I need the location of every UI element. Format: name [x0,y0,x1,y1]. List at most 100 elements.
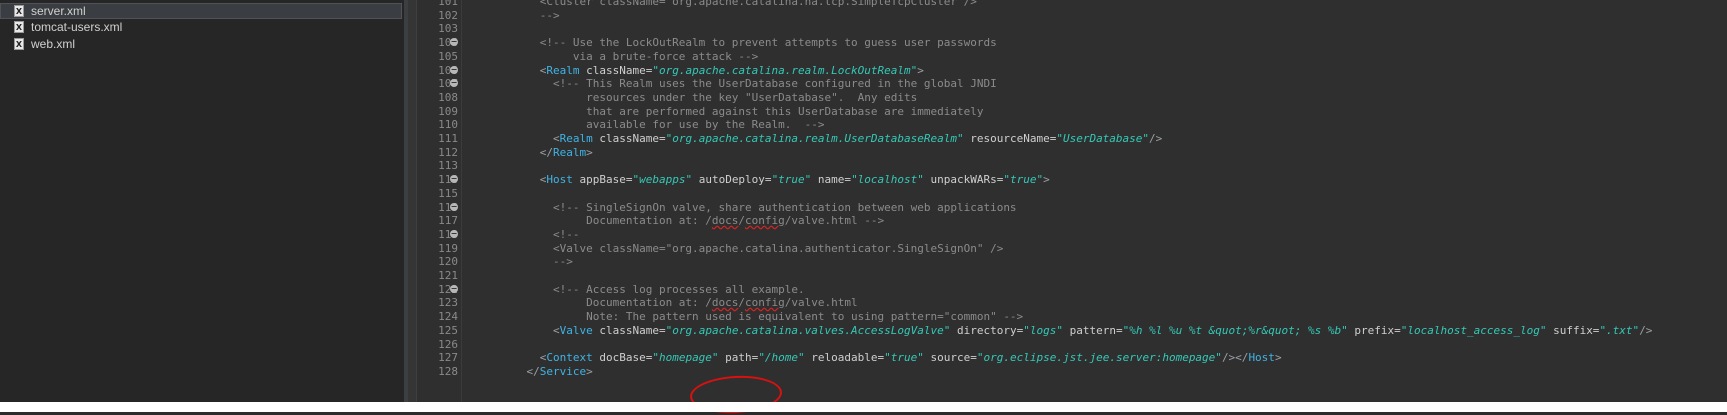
code-token: Realm [552,146,587,159]
code-token: < [500,324,560,337]
code-token: Context [546,351,593,364]
xml-file-icon: X [14,21,24,33]
code-token: path= [718,351,759,364]
code-line[interactable]: </Realm> [500,145,593,160]
code-token: Host [546,173,573,186]
code-line[interactable]: Note: The pattern used is equivalent to … [500,309,1023,324]
code-token: "org.apache.catalina.valves.AccessLogVal… [665,324,951,337]
line-number: 121 [438,269,458,282]
line-number: 113 [438,159,458,172]
fold-toggle-icon[interactable]: − [450,203,458,211]
code-token: docBase= [592,351,653,364]
code-line[interactable]: <Host appBase="webapps" autoDeploy="true… [500,172,1050,187]
code-line[interactable]: </Service> [500,364,593,379]
file-tree-item[interactable]: Xtomcat-users.xml [14,19,402,35]
line-number-gutter: 101 102 103 104 105 106 107 108 109 110 111 112 113 1… [417,0,461,402]
code-token: Realm [559,132,593,145]
line-number: 127 [438,351,458,364]
gutter-divider [461,0,462,402]
code-line[interactable]: <!-- [500,227,580,242]
code-token: className= [592,324,666,337]
code-token: /> [1639,324,1653,337]
code-token: "/home" [758,351,805,364]
code-token: Service [539,365,587,378]
overview-ruler [408,0,417,402]
fold-toggle-icon[interactable]: − [450,79,458,87]
code-token: via a brute-force attack --> [500,50,759,63]
code-token: <!-- This Realm uses the UserDatabase co… [500,77,997,90]
code-token: > [586,365,593,378]
code-token: "UserDatabase" [1056,132,1150,145]
code-line[interactable]: <Realm className="org.apache.catalina.re… [500,131,1162,146]
fold-toggle-icon[interactable]: − [450,230,458,238]
code-token: available for use by the Realm. --> [500,118,825,131]
fold-toggle-icon[interactable]: − [450,66,458,74]
line-number: 103 [438,22,458,35]
code-line[interactable]: Documentation at: /docs/config/valve.htm… [500,295,858,310]
code-line[interactable]: <Valve className="org.apache.catalina.va… [500,323,1652,338]
line-number: 110 [438,118,458,131]
code-token: < [500,351,547,364]
code-token: Note: The pattern used is equivalent to … [500,310,1024,323]
code-token: "org.apache.catalina.realm.UserDatabaseR… [665,132,964,145]
code-line[interactable]: <!-- This Realm uses the UserDatabase co… [500,76,997,91]
line-number: 124 [438,310,458,323]
code-line[interactable]: <Valve className="org.apache.catalina.au… [500,241,1003,256]
code-token: className= [592,132,666,145]
code-line[interactable]: via a brute-force attack --> [500,49,758,64]
code-token: /> [1149,132,1163,145]
code-line[interactable]: resources under the key "UserDatabase". … [500,90,917,105]
code-token: /valve.html --> [784,214,885,227]
code-token: config [745,296,785,309]
code-token: --> [500,255,573,268]
code-line[interactable]: --> [500,254,573,269]
code-token: > [1043,173,1050,186]
code-token: </ [500,146,553,159]
code-token: </ [500,365,540,378]
code-token: ".txt" [1599,324,1640,337]
file-tree-panel: Xserver.xml Xtomcat-users.xml Xweb.xml [0,0,404,402]
code-token: Documentation at: / [500,214,712,227]
fold-toggle-icon[interactable]: − [450,175,458,183]
code-line[interactable]: <!-- Use the LockOutRealm to prevent att… [500,35,997,50]
fold-toggle-icon[interactable]: − [450,38,458,46]
code-token: --> [500,9,560,22]
line-number: 115 [438,187,458,200]
code-token: < [500,132,560,145]
code-token: "webapps" [632,173,693,186]
code-token: reloadable= [804,351,885,364]
fold-toggle-icon[interactable]: − [450,285,458,293]
code-token: > [586,146,593,159]
code-line[interactable]: <Context docBase="homepage" path="/home"… [500,350,1282,365]
xml-file-icon: X [14,38,24,50]
file-tree-item[interactable]: Xserver.xml [0,3,402,19]
code-token: <Cluster className="org.apache.catalina.… [500,0,977,8]
code-token: autoDeploy= [692,173,772,186]
code-line[interactable]: Documentation at: /docs/config/valve.htm… [500,213,884,228]
code-token: < [500,173,547,186]
line-number: 111 [438,132,458,145]
code-token: pattern= [1062,324,1123,337]
code-token: "true" [1003,173,1044,186]
line-number: 123 [438,296,458,309]
code-token: unpackWARs= [923,173,1004,186]
file-tree-item[interactable]: Xweb.xml [14,36,402,52]
file-name-label: tomcat-users.xml [31,20,123,34]
code-token: "true" [884,351,924,364]
code-line[interactable]: <Cluster className="org.apache.catalina.… [500,0,977,9]
code-token: source= [923,351,977,364]
code-token: <!-- [500,228,580,241]
line-number: 125 [438,324,458,337]
code-line[interactable]: --> [500,8,560,23]
code-line[interactable]: available for use by the Realm. --> [500,117,825,132]
xml-file-icon: X [14,5,24,17]
code-token: /valve.html [784,296,858,309]
code-token: <Valve className="org.apache.catalina.au… [500,242,1004,255]
code-token: docs [711,214,739,227]
code-token: Host [1248,351,1275,364]
code-token: resources under the key "UserDatabase". … [500,91,918,104]
code-token: "true" [771,173,812,186]
code-token: suffix= [1546,324,1600,337]
line-number: 108 [438,91,458,104]
code-token: "localhost" [851,173,924,186]
